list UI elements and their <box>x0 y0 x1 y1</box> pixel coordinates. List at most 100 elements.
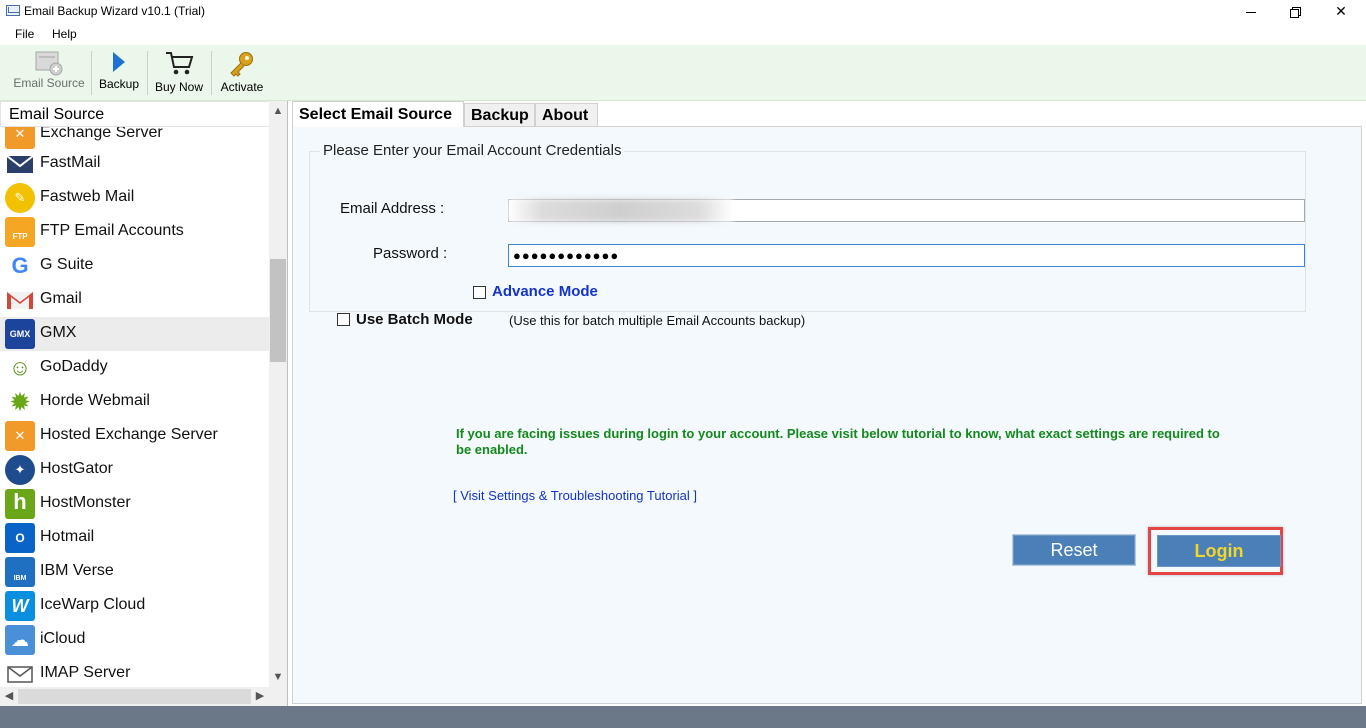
email-source-label: Email Source <box>13 76 85 90</box>
list-item-label: HostMonster <box>40 494 131 511</box>
main-panel: Select Email Source Backup About Email A… <box>289 101 1366 706</box>
activate-button[interactable]: Activate <box>214 45 270 99</box>
hostgator-icon: ✦ <box>5 455 35 485</box>
list-item-label: Hosted Exchange Server <box>40 426 218 443</box>
hotmail-icon: O <box>5 523 35 553</box>
scroll-up-icon[interactable]: ▲ <box>269 101 287 121</box>
email-source-list[interactable]: ✕ Exchange Server FastMail ✎ Fastweb Mai… <box>0 127 269 687</box>
title-bar: Email Backup Wizard v10.1 (Trial) ✕ <box>0 0 1366 23</box>
tab-about[interactable]: About <box>535 103 598 127</box>
list-item-hosted-exchange-server[interactable]: ✕ Hosted Exchange Server <box>0 419 269 453</box>
close-button[interactable]: ✕ <box>1318 0 1364 23</box>
list-item-label: IceWarp Cloud <box>40 596 146 613</box>
tutorial-link[interactable]: [ Visit Settings & Troubleshooting Tutor… <box>453 488 697 503</box>
google-icon: G <box>5 251 35 281</box>
menu-bar: File Help <box>0 23 1366 45</box>
list-item-godaddy[interactable]: ☺ GoDaddy <box>0 351 269 385</box>
key-icon <box>230 52 253 77</box>
password-input[interactable]: ●●●●●●●●●●●● <box>508 244 1305 267</box>
tab-select-email-source[interactable]: Select Email Source <box>292 101 464 127</box>
email-source-icon <box>35 51 63 76</box>
scroll-right-icon[interactable]: ▶ <box>251 687 269 706</box>
email-redaction <box>508 199 733 222</box>
menu-file[interactable]: File <box>15 27 34 41</box>
list-item-gmail[interactable]: Gmail <box>0 283 269 317</box>
login-help-message: If you are facing issues during login to… <box>456 426 1220 457</box>
icloud-icon: ☁ <box>5 625 35 655</box>
restore-icon <box>1290 7 1301 19</box>
list-item-ibm-verse[interactable]: IBM IBM Verse <box>0 555 269 589</box>
buy-now-button[interactable]: Buy Now <box>150 45 208 99</box>
list-item-label: IBM Verse <box>40 562 114 579</box>
horde-icon: ✹ <box>5 387 35 417</box>
gmx-icon: GMX <box>5 319 35 349</box>
godaddy-icon: ☺ <box>5 353 35 383</box>
toolbar: Email Source Backup Buy Now Activate <box>0 45 1366 101</box>
list-item-label: FastMail <box>40 154 101 171</box>
hosted-exchange-icon: ✕ <box>5 421 35 451</box>
backup-button[interactable]: Backup <box>94 45 144 99</box>
email-source-header: Email Source <box>0 101 270 127</box>
list-item-label: HostGator <box>40 460 113 477</box>
list-item-label: Gmail <box>40 290 82 307</box>
toolbar-separator <box>211 51 212 95</box>
list-item-label: G Suite <box>40 256 94 273</box>
exchange-server-icon: ✕ <box>5 127 35 149</box>
list-item-fastweb-mail[interactable]: ✎ Fastweb Mail <box>0 181 269 215</box>
advance-mode-label[interactable]: Advance Mode <box>492 283 598 300</box>
list-item-hostgator[interactable]: ✦ HostGator <box>0 453 269 487</box>
icewarp-icon: W <box>5 591 35 621</box>
toolbar-separator <box>147 51 148 95</box>
list-item-fastmail[interactable]: FastMail <box>0 147 269 181</box>
minimize-button[interactable] <box>1228 0 1274 23</box>
login-button[interactable]: Login <box>1157 535 1281 567</box>
horizontal-scrollbar[interactable]: ◀ ▶ <box>0 687 269 706</box>
activate-label: Activate <box>220 80 264 94</box>
close-icon: ✕ <box>1335 3 1347 19</box>
batch-mode-label[interactable]: Use Batch Mode <box>356 311 473 328</box>
list-item-icewarp-cloud[interactable]: W IceWarp Cloud <box>0 589 269 623</box>
list-item-label: Hotmail <box>40 528 95 545</box>
scroll-down-icon[interactable]: ▼ <box>269 667 287 687</box>
list-item-g-suite[interactable]: G G Suite <box>0 249 269 283</box>
reset-button[interactable]: Reset <box>1012 534 1136 566</box>
list-item-icloud[interactable]: ☁ iCloud <box>0 623 269 657</box>
toolbar-separator <box>91 51 92 95</box>
list-item-label: iCloud <box>40 630 86 647</box>
backup-label: Backup <box>98 77 140 91</box>
tab-content: Email Address : Password : ●●●●●●●●●●●● … <box>292 126 1362 704</box>
password-label: Password : <box>373 245 448 262</box>
window-title: Email Backup Wizard v10.1 (Trial) <box>24 4 205 18</box>
email-source-button[interactable]: Email Source <box>8 45 90 99</box>
list-item-gmx[interactable]: GMX GMX <box>0 317 269 351</box>
ibm-verse-icon: IBM <box>5 557 35 587</box>
credentials-group: Email Address : Password : ●●●●●●●●●●●● … <box>309 151 1306 328</box>
scrollbar-thumb[interactable] <box>18 689 251 704</box>
list-item-hostmonster[interactable]: h HostMonster <box>0 487 269 521</box>
batch-mode-checkbox[interactable] <box>337 313 350 326</box>
buy-now-label: Buy Now <box>154 80 204 94</box>
credentials-legend: Please Enter your Email Account Credenti… <box>320 142 625 159</box>
restore-button[interactable] <box>1272 0 1318 23</box>
status-bar <box>0 706 1366 728</box>
list-item-label: Horde Webmail <box>40 392 150 409</box>
tab-strip: Select Email Source Backup About <box>289 101 1366 127</box>
menu-help[interactable]: Help <box>52 27 77 41</box>
list-item-label: Fastweb Mail <box>40 188 135 205</box>
list-item-ftp-email-accounts[interactable]: FTP FTP Email Accounts <box>0 215 269 249</box>
list-item-hotmail[interactable]: O Hotmail <box>0 521 269 555</box>
fastweb-icon: ✎ <box>5 183 35 213</box>
vertical-scrollbar[interactable]: ▲ ▼ <box>269 101 287 687</box>
play-icon <box>113 52 125 72</box>
hostmonster-icon: h <box>5 489 35 519</box>
advance-mode-checkbox[interactable] <box>473 286 486 299</box>
scroll-left-icon[interactable]: ◀ <box>0 687 18 706</box>
list-item-label: FTP Email Accounts <box>40 222 184 239</box>
scrollbar-thumb[interactable] <box>270 259 286 362</box>
list-item-horde-webmail[interactable]: ✹ Horde Webmail <box>0 385 269 419</box>
list-item-label: Exchange Server <box>40 127 163 141</box>
list-item-imap-server[interactable]: IMAP Server <box>0 657 269 687</box>
list-item-label: GMX <box>40 324 77 341</box>
ftp-icon: FTP <box>5 217 35 247</box>
tab-backup[interactable]: Backup <box>464 103 535 127</box>
